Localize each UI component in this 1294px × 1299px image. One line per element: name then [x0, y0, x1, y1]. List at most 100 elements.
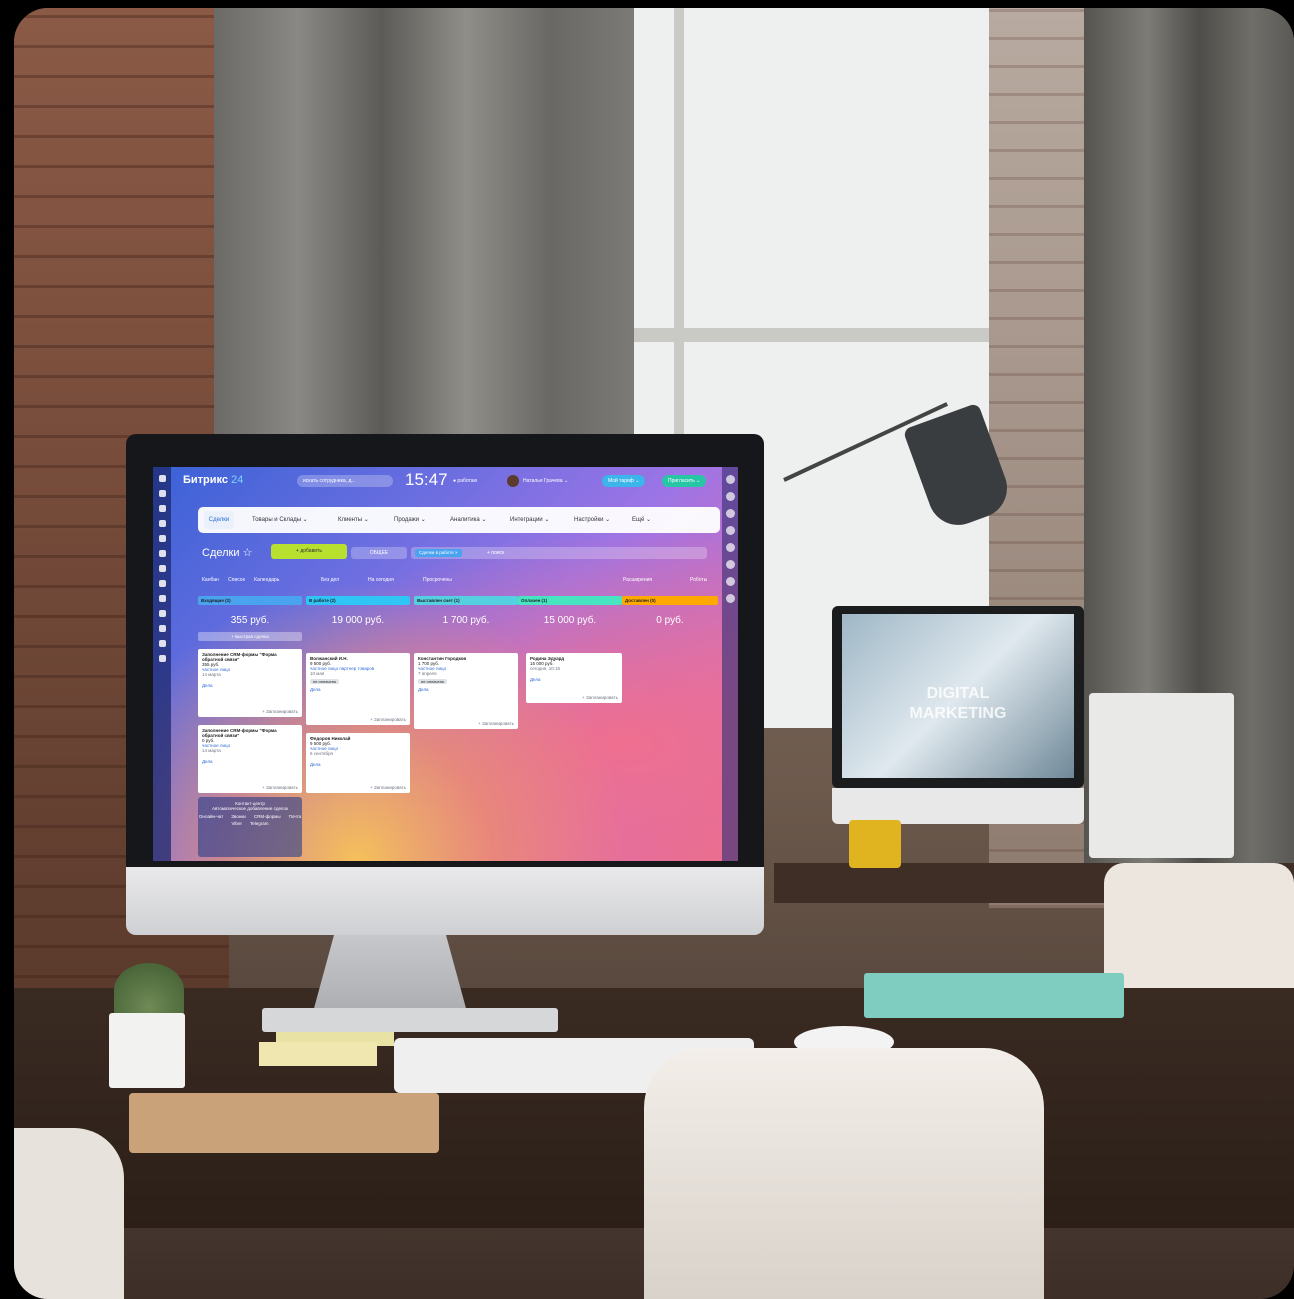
calendar-icon[interactable] [158, 520, 166, 527]
deal-activity[interactable]: Дела [310, 687, 406, 692]
channel-crm-forms[interactable]: CRM-формы [254, 814, 281, 819]
deal-plan[interactable]: + Запланировать [262, 785, 298, 790]
tab-more[interactable]: Ещё ⌄ [632, 516, 651, 523]
imac-stand-base [262, 1008, 558, 1032]
deal-card[interactable]: Заполнение CRM-формы "Форма обратной свя… [198, 649, 302, 717]
add-button[interactable]: + добавить [271, 544, 347, 559]
counter-overdue[interactable]: Просрочены [423, 577, 452, 583]
tab-analytics[interactable]: Аналитика ⌄ [450, 516, 486, 523]
column-sum: 19 000 руб. [331, 615, 385, 626]
deal-card[interactable]: Родина Эдуард 15 000 руб. сегодня, 10:15… [526, 653, 622, 703]
tab-list[interactable]: Список [228, 577, 245, 583]
robots-button[interactable]: Роботы [690, 577, 707, 583]
channel-mail[interactable]: Почта [289, 814, 302, 819]
sites-icon[interactable] [158, 640, 166, 647]
deal-activity[interactable]: Дела [202, 759, 298, 764]
work-status[interactable]: ● работаю [453, 478, 477, 484]
menu-icon[interactable] [158, 475, 166, 482]
clock[interactable]: 15:47 [405, 470, 448, 490]
notepad [129, 1093, 439, 1153]
avatar-2[interactable] [725, 509, 735, 518]
deal-activity[interactable]: Дела [310, 762, 406, 767]
deal-plan[interactable]: + Запланировать [582, 695, 618, 700]
second-monitor: DIGITAL MARKETING [832, 606, 1084, 788]
tab-deals[interactable]: Сделки [204, 511, 234, 529]
channel-telegram[interactable]: Telegram [250, 821, 269, 826]
column-sum: 355 руб. [230, 615, 270, 626]
left-sidebar[interactable] [153, 467, 171, 861]
avatar-3[interactable] [725, 526, 735, 535]
tab-kanban[interactable]: Канбан [202, 577, 219, 583]
deal-plan[interactable]: + Запланировать [262, 709, 298, 714]
tab-goods[interactable]: Товары и Склады ⌄ [252, 516, 308, 523]
crm-icon[interactable] [158, 610, 166, 617]
tasks-icon[interactable] [158, 595, 166, 602]
docs-icon[interactable] [158, 535, 166, 542]
mail-icon[interactable] [158, 565, 166, 572]
deal-card[interactable]: Федоров Николай 9 500 руб. частное лицо … [306, 733, 410, 793]
avatar-4[interactable] [725, 543, 735, 552]
tab-integrations[interactable]: Интеграции ⌄ [510, 516, 549, 523]
deal-activity[interactable]: Дела [530, 677, 618, 682]
deal-date: сегодня, 10:15 [530, 666, 561, 671]
deal-card[interactable]: Волжанский И.Н. 9 500 руб. частное лицо … [306, 653, 410, 725]
tab-clients[interactable]: Клиенты ⌄ [338, 516, 369, 523]
avatar[interactable] [507, 475, 519, 487]
invite-button[interactable]: Пригласить ⌄ [662, 475, 707, 487]
chat-icon[interactable] [158, 505, 166, 512]
avatar-1[interactable] [725, 492, 735, 501]
deal-activity[interactable]: Дела [202, 683, 298, 688]
contact-center-subtitle: Автоматическое добавление сделок [212, 806, 288, 811]
column-sum: 1 700 руб. [442, 615, 490, 626]
column-head[interactable]: Доставлен (0) [622, 596, 718, 605]
deal-date: 14 марта [202, 672, 221, 677]
avatar-7[interactable] [725, 594, 735, 603]
filter-button[interactable]: ОБЩЕЕ [351, 547, 407, 559]
avatar-5[interactable] [725, 560, 735, 569]
contact-center-widget[interactable]: Контакт-центр Автоматическое добавление … [198, 797, 302, 857]
deal-date: 7 апреля [418, 671, 437, 676]
tab-settings[interactable]: Настройки ⌄ [574, 516, 610, 523]
counter-today[interactable]: На сегодня [368, 577, 394, 583]
succulent [114, 963, 184, 1018]
tab-sales[interactable]: Продажи ⌄ [394, 516, 426, 523]
tab-calendar[interactable]: Календарь [254, 577, 279, 583]
column-head[interactable]: Оплачен (1) [518, 596, 622, 605]
deal-plan[interactable]: + Запланировать [370, 717, 406, 722]
column-head[interactable]: Выставлен счет (1) [414, 596, 518, 605]
settings-icon[interactable] [158, 655, 166, 662]
channel-viber[interactable]: Viber [232, 821, 242, 826]
deal-card[interactable]: Заполнение CRM-формы "Форма обратной свя… [198, 725, 302, 793]
kanban-column: Входящие (2) 355 руб. + Быстрая сделка [198, 596, 302, 641]
search-input[interactable]: искать сотрудника, д... [297, 475, 393, 487]
column-head[interactable]: Входящие (2) [198, 596, 302, 605]
shop-icon[interactable] [158, 625, 166, 632]
drive-icon[interactable] [158, 550, 166, 557]
feed-icon[interactable] [158, 490, 166, 497]
deal-activity[interactable]: Дела [418, 687, 514, 692]
logo-text: Битрикс [183, 474, 229, 486]
deal-title: Заполнение CRM-формы "Форма обратной свя… [202, 728, 277, 738]
channel-online-chat[interactable]: Онлайн-чат [199, 814, 223, 819]
quick-deal-button[interactable]: + Быстрая сделка [198, 632, 302, 641]
user-name[interactable]: Наталья Грачева ⌄ [523, 478, 568, 484]
monitor-text-2: MARKETING [909, 705, 1007, 722]
plant-pot [109, 1013, 185, 1088]
deal-card[interactable]: Константин Городков 1 700 руб. частное л… [414, 653, 518, 729]
chair [644, 1048, 1044, 1299]
column-head[interactable]: В работе (2) [306, 596, 410, 605]
right-sidebar[interactable] [722, 467, 738, 861]
tariff-button[interactable]: Мой тариф ⌄ [602, 475, 646, 487]
avatar-6[interactable] [725, 577, 735, 586]
top-bar: Битрикс 24 искать сотрудника, д... 15:47… [177, 470, 718, 492]
extensions-button[interactable]: Расширения [623, 577, 652, 583]
groups-icon[interactable] [158, 580, 166, 587]
channel-calls[interactable]: Звонки [231, 814, 246, 819]
deal-plan[interactable]: + Запланировать [478, 721, 514, 726]
filter-chip[interactable]: Сделки в работе × [415, 549, 462, 557]
deal-plan[interactable]: + Запланировать [370, 785, 406, 790]
counter-no-tasks[interactable]: Без дел [321, 577, 339, 583]
notifications-icon[interactable] [725, 475, 735, 484]
logo[interactable]: Битрикс 24 [183, 474, 243, 486]
deal-date: 6 сентября [310, 751, 333, 756]
